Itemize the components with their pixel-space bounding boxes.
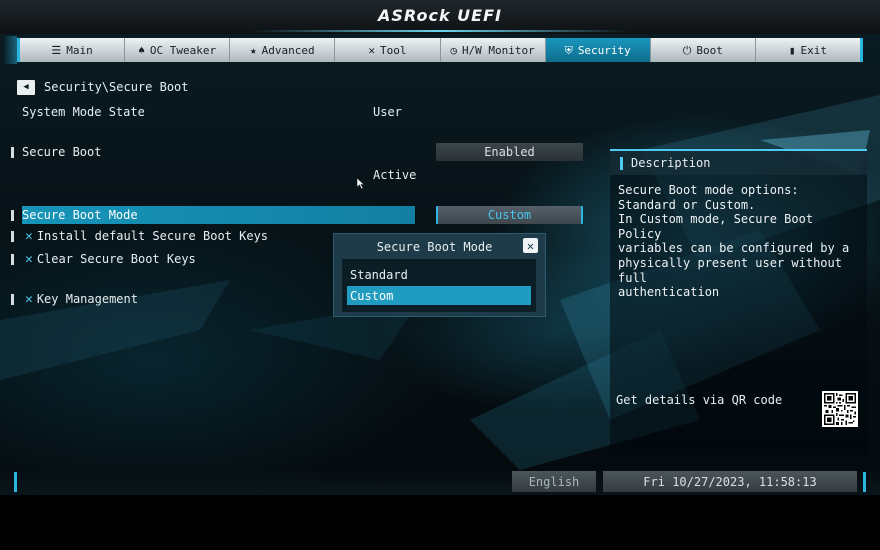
- key-management-label: Key Management: [36, 292, 138, 306]
- wrench-icon: ✕: [25, 251, 33, 267]
- item-marker: [11, 254, 14, 265]
- footer-edge-left: [14, 472, 17, 492]
- wrench-icon: ✕: [368, 43, 375, 57]
- list-icon: ☰: [51, 43, 62, 57]
- tab-label: OC Tweaker: [149, 43, 217, 57]
- shield-icon: ⛨: [564, 43, 573, 57]
- title-bar: ASRock UEFI: [0, 0, 880, 34]
- tab-label: H/W Monitor: [461, 43, 535, 57]
- exit-door-icon: ▮: [788, 43, 796, 57]
- description-header: Description: [610, 151, 867, 175]
- clear-keys-label: Clear Secure Boot Keys: [36, 252, 196, 266]
- item-marker: [11, 231, 14, 242]
- mouse-cursor-icon: [357, 178, 365, 189]
- tab-label: Security: [577, 43, 631, 57]
- tab-label: Main: [66, 43, 93, 57]
- secure-boot-status: Active: [373, 168, 417, 182]
- uefi-screen: ASRock UEFI ☰ Main ♠ OC Tweaker ★ Advanced …: [0, 0, 880, 495]
- datetime-display: Fri 10/27/2023, 11:58:13: [603, 471, 857, 492]
- item-marker: [11, 210, 14, 221]
- system-mode-state-value: User: [373, 105, 402, 119]
- rocket-icon: ♠: [138, 43, 145, 57]
- breadcrumb-path: Security\Secure Boot: [44, 80, 189, 94]
- option-standard[interactable]: Standard: [347, 265, 531, 284]
- qr-code-label: Get details via QR code: [616, 393, 783, 407]
- breadcrumb: ◀ Security\Secure Boot: [17, 79, 189, 95]
- popup-title: Secure Boot Mode: [376, 240, 493, 254]
- star-icon: ★: [250, 43, 257, 57]
- tab-exit[interactable]: ▮ Exit: [756, 38, 860, 62]
- item-marker: [11, 147, 14, 158]
- secure-boot-mode-popup: Secure Boot Mode ✕ Standard Custom: [333, 233, 546, 317]
- main-tab-bar: ☰ Main ♠ OC Tweaker ★ Advanced ✕ Tool ◷ H/W M…: [3, 36, 863, 64]
- back-arrow-icon[interactable]: ◀: [17, 79, 35, 95]
- tab-advanced[interactable]: ★ Advanced: [230, 38, 336, 62]
- tab-security[interactable]: ⛨ Security: [545, 38, 651, 62]
- install-default-keys-item[interactable]: ✕ Install default Secure Boot Keys: [25, 227, 268, 245]
- wrench-icon: ✕: [25, 291, 33, 307]
- secure-boot-mode-label: Secure Boot Mode: [22, 208, 138, 222]
- description-panel: Description Secure Boot mode options: St…: [610, 149, 867, 455]
- close-icon[interactable]: ✕: [523, 238, 538, 253]
- tab-label: Exit: [800, 43, 828, 57]
- secure-boot-mode-value[interactable]: Custom: [436, 206, 583, 224]
- tab-hw-monitor[interactable]: ◷ H/W Monitor: [441, 38, 546, 62]
- tab-oc-tweaker[interactable]: ♠ OC Tweaker: [125, 38, 231, 62]
- brand-logo: ASRock UEFI: [378, 6, 502, 25]
- qr-code-icon[interactable]: [822, 391, 858, 427]
- footer-edge-right: [863, 472, 866, 492]
- secure-boot-label: Secure Boot: [22, 145, 102, 159]
- option-custom[interactable]: Custom: [347, 286, 531, 305]
- tab-boot[interactable]: ⏻ Boot: [651, 38, 756, 62]
- language-button[interactable]: English: [512, 471, 596, 492]
- tab-tool[interactable]: ✕ Tool: [335, 38, 441, 62]
- tab-label: Tool: [380, 43, 407, 57]
- secure-boot-value[interactable]: Enabled: [436, 143, 583, 161]
- tab-main[interactable]: ☰ Main: [20, 38, 126, 62]
- gauge-icon: ◷: [450, 43, 457, 57]
- system-mode-state-label: System Mode State: [22, 105, 145, 119]
- tab-label: Boot: [696, 43, 723, 57]
- item-marker: [11, 294, 14, 305]
- clear-keys-item[interactable]: ✕ Clear Secure Boot Keys: [25, 250, 196, 268]
- popup-option-list: Standard Custom: [342, 259, 536, 312]
- qr-code-pattern: [824, 393, 856, 425]
- description-text: Secure Boot mode options: Standard or Cu…: [618, 183, 850, 300]
- install-default-keys-label: Install default Secure Boot Keys: [36, 229, 269, 243]
- key-management-item[interactable]: ✕ Key Management: [25, 290, 138, 308]
- wrench-icon: ✕: [25, 228, 33, 244]
- power-icon: ⏻: [682, 43, 692, 57]
- tab-label: Advanced: [261, 43, 315, 57]
